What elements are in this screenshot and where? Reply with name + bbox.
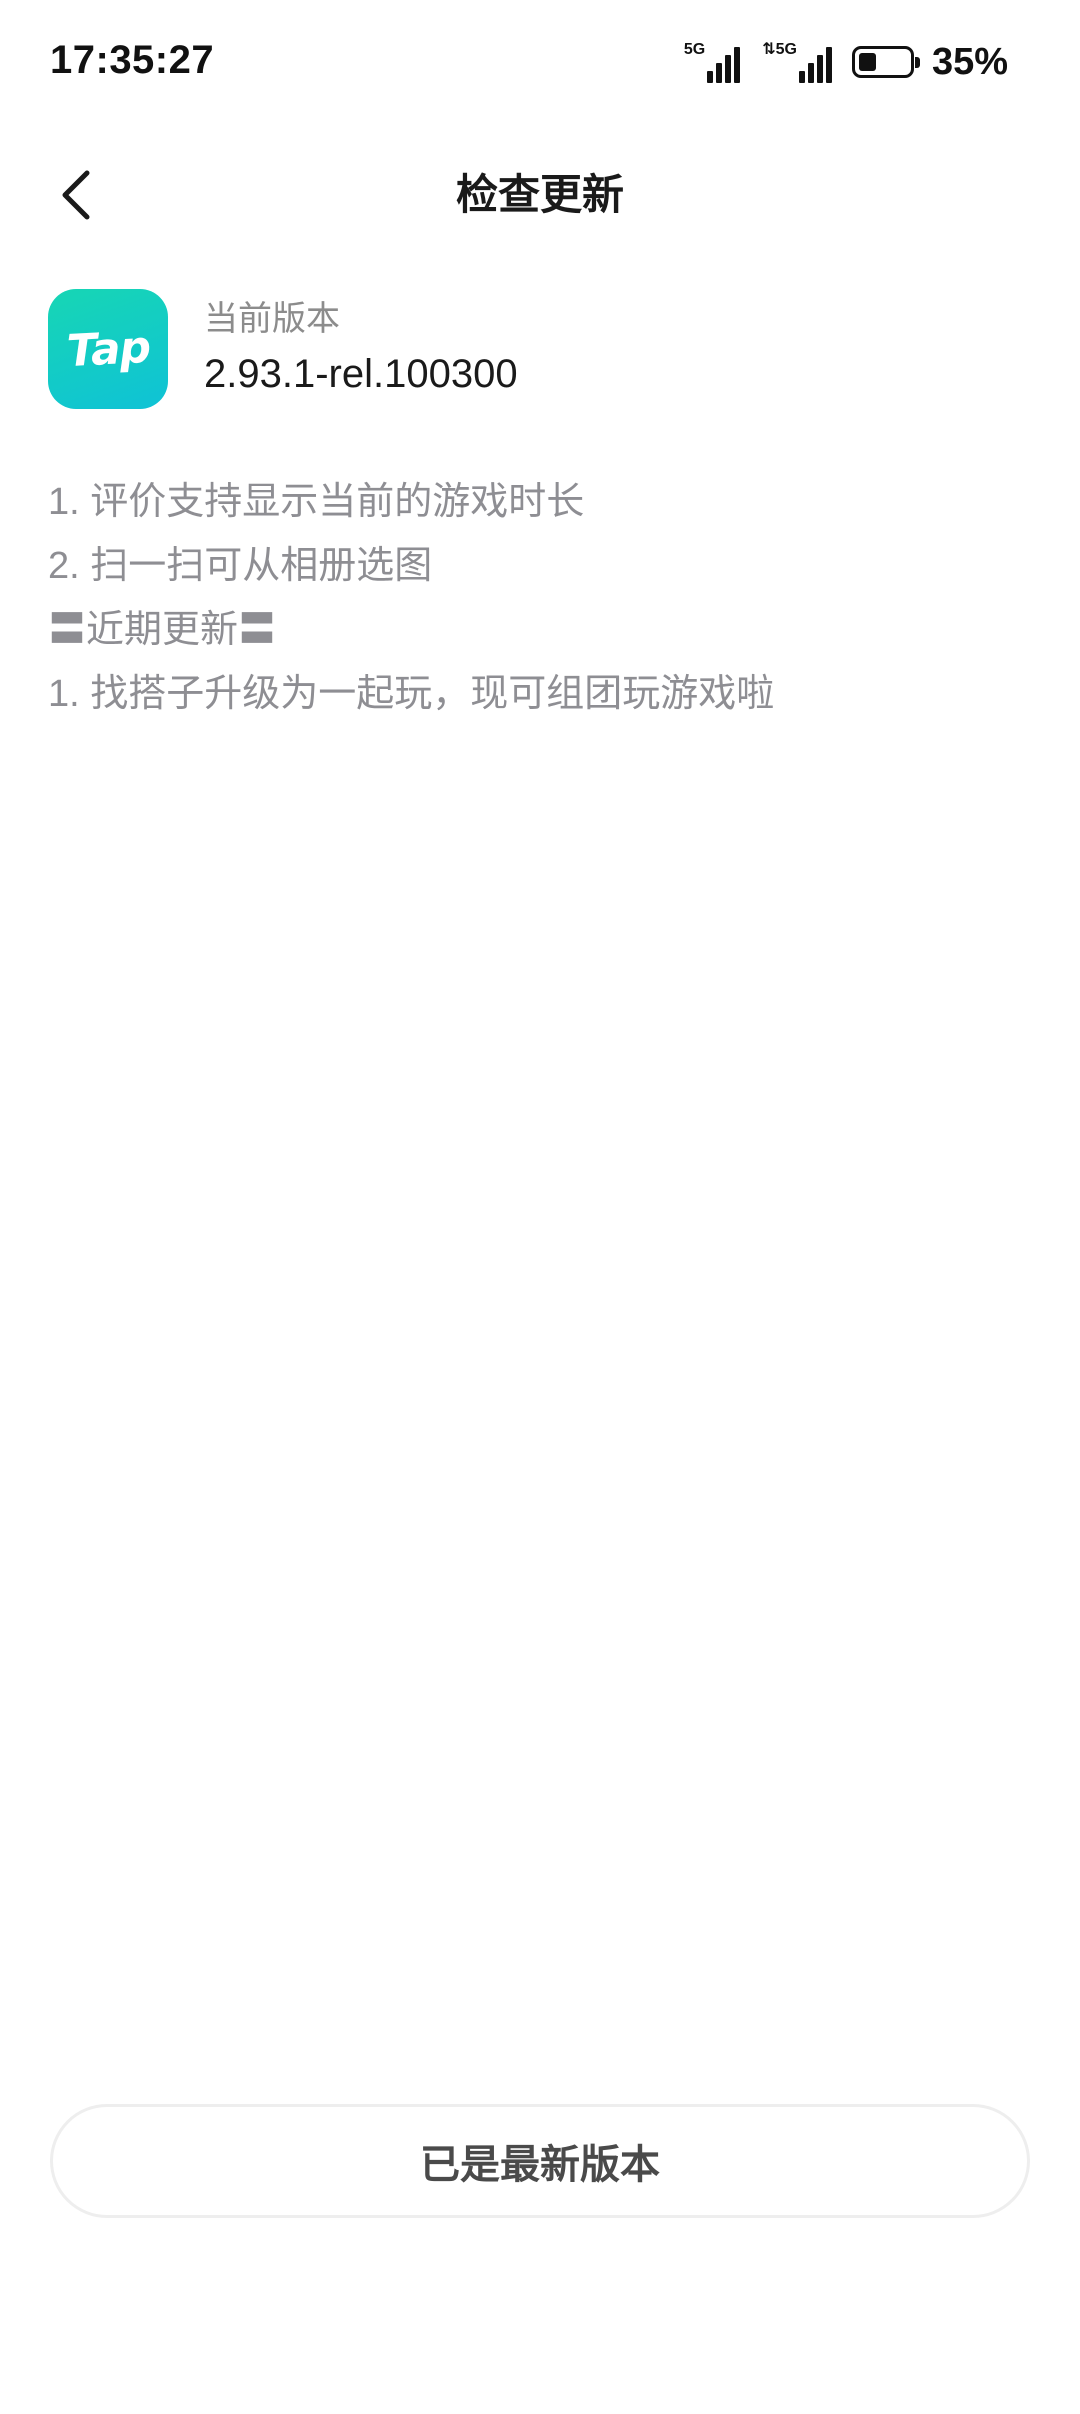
- signal-icon-sim1: 5G: [683, 41, 741, 83]
- signal-icon-sim2: ⇅5G: [762, 41, 832, 83]
- status-time: 17:35:27: [50, 38, 215, 82]
- status-icons: 5G ⇅5G 35%: [684, 38, 1008, 86]
- signal-label-sim1: 5G: [683, 41, 706, 58]
- changelog-line: 2. 扫一扫可从相册选图: [48, 545, 433, 587]
- app-version-info: Tap 当前版本 2.93.1-rel.100300: [48, 288, 518, 410]
- changelog-section-heading: 〓近期更新〓: [48, 609, 277, 651]
- latest-version-label: 已是最新版本: [420, 2143, 660, 2187]
- top-app-bar: 检查更新: [0, 130, 1080, 260]
- update-check-screen: 17:35:27 5G ⇅5G 35% 检查更新 Tap 当前版本 2.93.1…: [0, 0, 1080, 2414]
- app-icon-logo-text: Tap: [65, 321, 151, 377]
- latest-version-button[interactable]: 已是最新版本: [50, 2104, 1030, 2218]
- changelog: 1. 评价支持显示当前的游戏时长 2. 扫一扫可从相册选图 〓近期更新〓 1. …: [48, 470, 1038, 726]
- current-version-label: 当前版本: [204, 300, 340, 338]
- changelog-line: 1. 评价支持显示当前的游戏时长: [48, 481, 585, 523]
- version-block: 当前版本 2.93.1-rel.100300: [204, 296, 518, 402]
- tap-app-icon: Tap: [48, 289, 168, 409]
- signal-label-sim2: ⇅5G: [762, 41, 797, 58]
- battery-icon: [851, 46, 920, 78]
- current-version-value: 2.93.1-rel.100300: [204, 352, 518, 396]
- changelog-line: 1. 找搭子升级为一起玩，现可组团玩游戏啦: [48, 673, 775, 715]
- battery-fill: [858, 53, 876, 71]
- page-title: 检查更新: [455, 171, 624, 218]
- battery-percent: 35%: [931, 40, 1008, 83]
- status-bar: 17:35:27 5G ⇅5G 35%: [0, 0, 1080, 130]
